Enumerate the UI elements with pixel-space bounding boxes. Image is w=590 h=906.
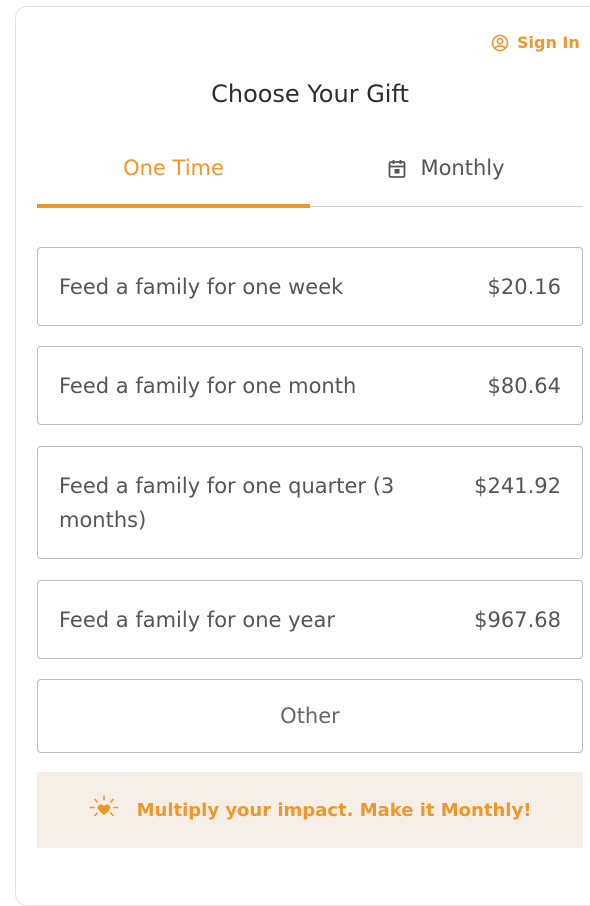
user-circle-icon: [491, 34, 509, 52]
sign-in-label: Sign In: [517, 33, 580, 52]
gift-option-quarter[interactable]: Feed a family for one quarter (3 months)…: [37, 446, 583, 559]
heart-sparkle-icon: [89, 794, 119, 827]
gift-option-label: Feed a family for one week: [59, 275, 344, 299]
gift-option-amount: $20.16: [487, 275, 561, 299]
tab-one-time[interactable]: One Time: [37, 140, 310, 208]
gift-option-label: Feed a family for one month: [59, 374, 357, 398]
sign-in-link[interactable]: Sign In: [491, 33, 580, 52]
gift-option-label: Feed a family for one year: [59, 608, 335, 632]
other-amount-button[interactable]: Other: [37, 679, 583, 753]
gift-option-week[interactable]: Feed a family for one week $20.16: [37, 247, 583, 326]
gift-option-amount: $967.68: [474, 608, 561, 632]
banner-text: Multiply your impact. Make it Monthly!: [136, 799, 532, 821]
gift-option-label: Feed a family for one quarter (3 months): [59, 474, 395, 532]
tab-monthly[interactable]: Monthly: [310, 140, 583, 206]
gift-frequency-tabs: One Time Monthly: [37, 140, 583, 208]
monthly-upsell-banner[interactable]: Multiply your impact. Make it Monthly!: [37, 772, 583, 848]
tab-one-time-label: One Time: [123, 156, 224, 180]
gift-option-year[interactable]: Feed a family for one year $967.68: [37, 580, 583, 659]
gift-option-month[interactable]: Feed a family for one month $80.64: [37, 346, 583, 425]
other-amount-label: Other: [280, 704, 340, 728]
tab-monthly-label: Monthly: [420, 156, 505, 180]
calendar-icon: [388, 159, 406, 184]
gift-option-amount: $80.64: [487, 374, 561, 398]
gift-option-amount: $241.92: [474, 474, 561, 498]
page-title: Choose Your Gift: [211, 80, 409, 108]
